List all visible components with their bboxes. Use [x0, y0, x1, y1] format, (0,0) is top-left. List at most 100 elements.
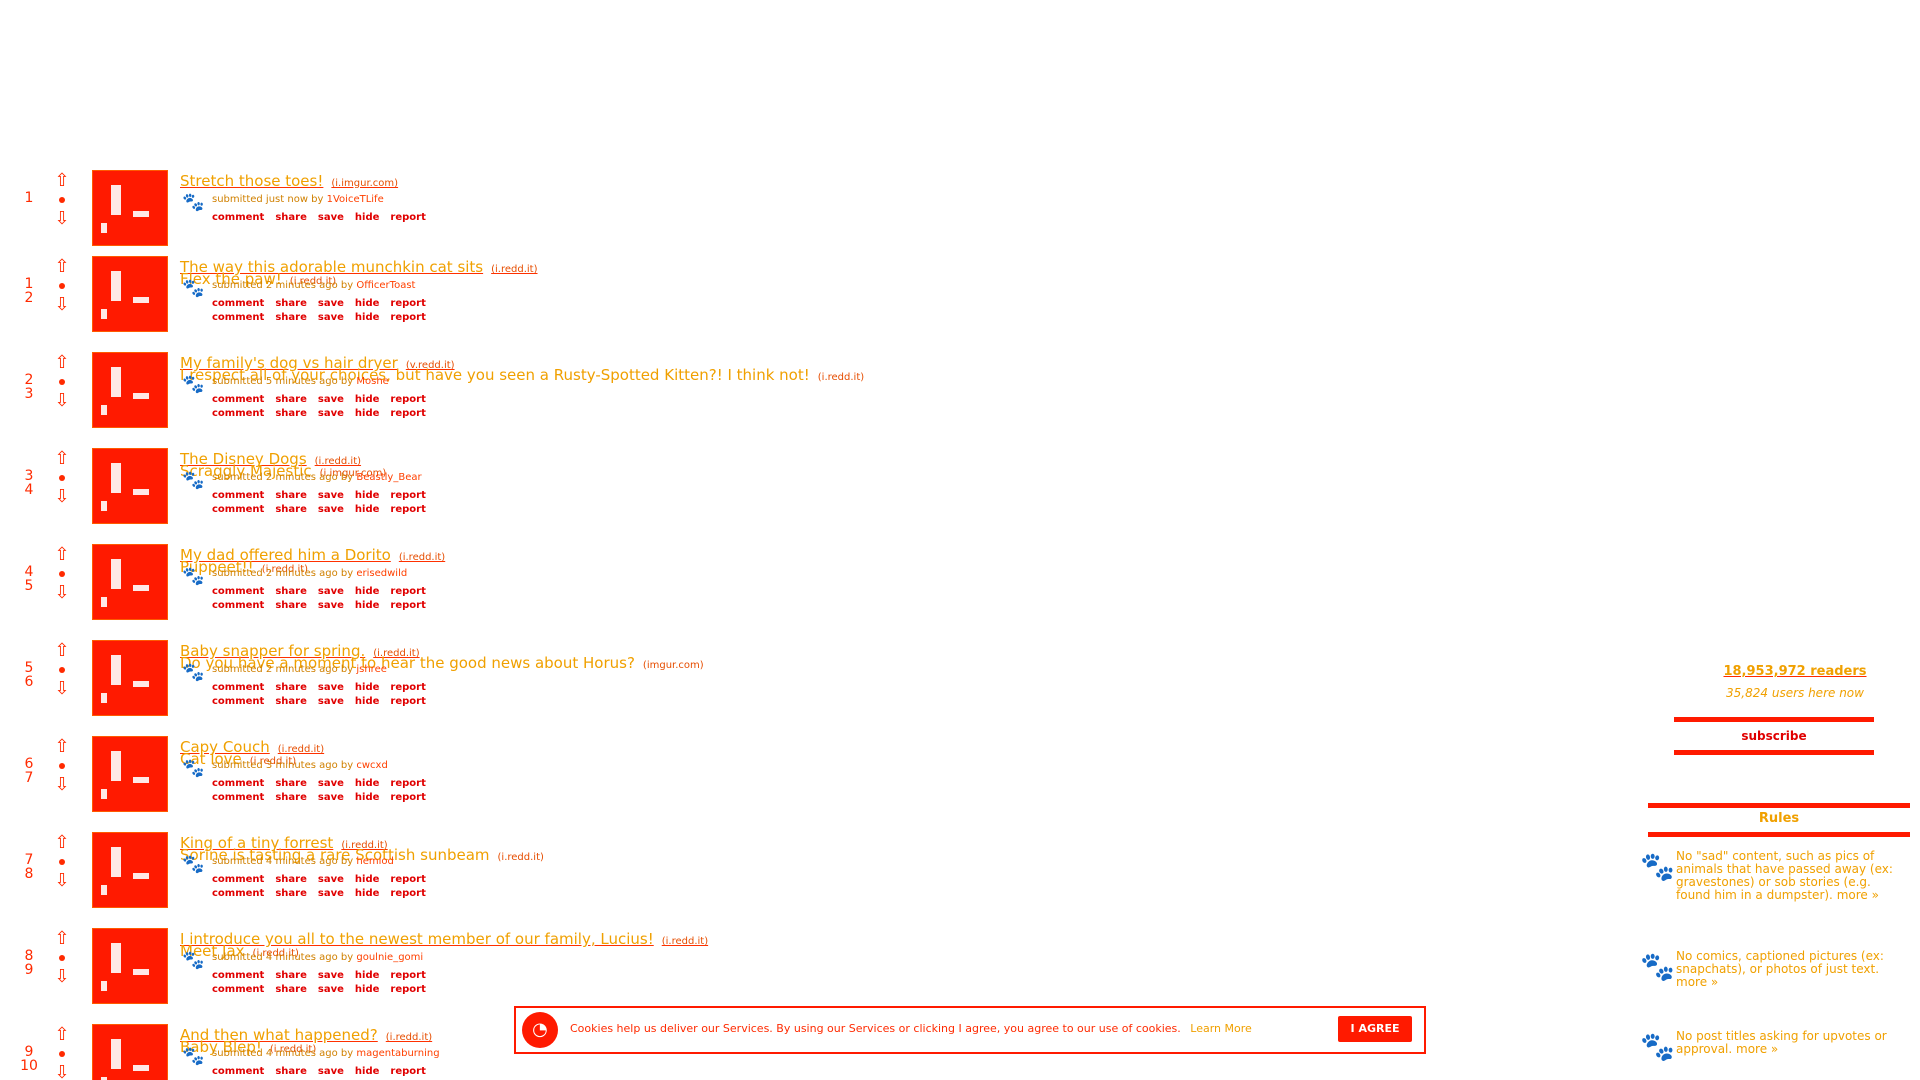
report-button[interactable]: report — [390, 312, 425, 323]
comment-button[interactable]: comment — [212, 408, 264, 419]
share-button[interactable]: share — [275, 504, 307, 515]
hide-button[interactable]: hide — [355, 408, 380, 419]
share-button[interactable]: share — [275, 394, 307, 405]
comment-button[interactable]: comment — [212, 792, 264, 803]
upvote-icon[interactable]: ⇧ — [53, 930, 71, 948]
post-title-text[interactable]: Stretch those toes! — [180, 172, 323, 190]
post-domain[interactable]: (i.redd.it) — [662, 936, 708, 947]
hide-button[interactable]: hide — [355, 970, 380, 981]
save-button[interactable]: save — [318, 394, 344, 405]
hide-button[interactable]: hide — [355, 696, 380, 707]
report-button[interactable]: report — [390, 874, 425, 885]
save-button[interactable]: save — [318, 1066, 344, 1077]
post-thumbnail[interactable] — [92, 736, 168, 812]
upvote-icon[interactable]: ⇧ — [53, 834, 71, 852]
share-button[interactable]: share — [275, 490, 307, 501]
share-button[interactable]: share — [275, 586, 307, 597]
post-thumbnail[interactable] — [92, 928, 168, 1004]
report-button[interactable]: report — [390, 212, 425, 223]
post-thumbnail[interactable] — [92, 832, 168, 908]
post-thumbnail[interactable] — [92, 1024, 168, 1080]
save-button[interactable]: save — [318, 504, 344, 515]
share-button[interactable]: share — [275, 778, 307, 789]
post-domain-secondary[interactable]: (i.redd.it) — [818, 372, 864, 383]
share-button[interactable]: share — [275, 792, 307, 803]
comment-button[interactable]: comment — [212, 984, 264, 995]
post-domain[interactable]: (i.imgur.com) — [331, 178, 398, 189]
upvote-icon[interactable]: ⇧ — [53, 738, 71, 756]
hide-button[interactable]: hide — [355, 312, 380, 323]
downvote-icon[interactable]: ⇩ — [53, 584, 71, 602]
save-button[interactable]: save — [318, 490, 344, 501]
upvote-icon[interactable]: ⇧ — [53, 546, 71, 564]
save-button[interactable]: save — [318, 298, 344, 309]
save-button[interactable]: save — [318, 888, 344, 899]
author-link[interactable]: erisedwild — [356, 568, 407, 579]
save-button[interactable]: save — [318, 970, 344, 981]
comment-button[interactable]: comment — [212, 600, 264, 611]
report-button[interactable]: report — [390, 490, 425, 501]
comment-button[interactable]: comment — [212, 1066, 264, 1077]
comment-button[interactable]: comment — [212, 874, 264, 885]
save-button[interactable]: save — [318, 682, 344, 693]
share-button[interactable]: share — [275, 984, 307, 995]
hide-button[interactable]: hide — [355, 778, 380, 789]
post-domain[interactable]: (i.redd.it) — [491, 264, 537, 275]
report-button[interactable]: report — [390, 778, 425, 789]
downvote-icon[interactable]: ⇩ — [53, 872, 71, 890]
report-button[interactable]: report — [390, 792, 425, 803]
save-button[interactable]: save — [318, 600, 344, 611]
save-button[interactable]: save — [318, 792, 344, 803]
post-thumbnail[interactable] — [92, 256, 168, 332]
share-button[interactable]: share — [275, 696, 307, 707]
hide-button[interactable]: hide — [355, 504, 380, 515]
post-domain-secondary[interactable]: (i.redd.it) — [498, 852, 544, 863]
hide-button[interactable]: hide — [355, 212, 380, 223]
report-button[interactable]: report — [390, 696, 425, 707]
hide-button[interactable]: hide — [355, 984, 380, 995]
hide-button[interactable]: hide — [355, 874, 380, 885]
share-button[interactable]: share — [275, 888, 307, 899]
report-button[interactable]: report — [390, 984, 425, 995]
downvote-icon[interactable]: ⇩ — [53, 776, 71, 794]
author-link[interactable]: Beastly_Bear — [356, 472, 421, 483]
share-button[interactable]: share — [275, 408, 307, 419]
share-button[interactable]: share — [275, 874, 307, 885]
downvote-icon[interactable]: ⇩ — [53, 1064, 71, 1080]
comment-button[interactable]: comment — [212, 394, 264, 405]
share-button[interactable]: share — [275, 1066, 307, 1077]
report-button[interactable]: report — [390, 600, 425, 611]
comment-button[interactable]: comment — [212, 970, 264, 981]
author-link[interactable]: jshree — [356, 664, 387, 675]
learn-more-link[interactable]: Learn More — [1190, 1022, 1252, 1035]
downvote-icon[interactable]: ⇩ — [53, 680, 71, 698]
comment-button[interactable]: comment — [212, 696, 264, 707]
comment-button[interactable]: comment — [212, 682, 264, 693]
author-link[interactable]: hemlod — [356, 856, 393, 867]
downvote-icon[interactable]: ⇩ — [53, 392, 71, 410]
comment-button[interactable]: comment — [212, 586, 264, 597]
post-domain[interactable]: (i.redd.it) — [386, 1032, 432, 1043]
save-button[interactable]: save — [318, 408, 344, 419]
comment-button[interactable]: comment — [212, 504, 264, 515]
upvote-icon[interactable]: ⇧ — [53, 354, 71, 372]
report-button[interactable]: report — [390, 298, 425, 309]
report-button[interactable]: report — [390, 970, 425, 981]
post-domain-secondary[interactable]: (imgur.com) — [643, 660, 704, 671]
post-thumbnail[interactable] — [92, 544, 168, 620]
share-button[interactable]: share — [275, 298, 307, 309]
share-button[interactable]: share — [275, 312, 307, 323]
subscribe-button[interactable]: subscribe — [1674, 717, 1874, 755]
upvote-icon[interactable]: ⇧ — [53, 258, 71, 276]
hide-button[interactable]: hide — [355, 682, 380, 693]
save-button[interactable]: save — [318, 586, 344, 597]
post-thumbnail[interactable] — [92, 352, 168, 428]
post-title[interactable]: Stretch those toes! (i.imgur.com) — [180, 172, 398, 190]
author-link[interactable]: OfficerToast — [356, 280, 415, 291]
report-button[interactable]: report — [390, 408, 425, 419]
report-button[interactable]: report — [390, 504, 425, 515]
report-button[interactable]: report — [390, 1066, 425, 1077]
downvote-icon[interactable]: ⇩ — [53, 488, 71, 506]
comment-button[interactable]: comment — [212, 298, 264, 309]
save-button[interactable]: save — [318, 874, 344, 885]
